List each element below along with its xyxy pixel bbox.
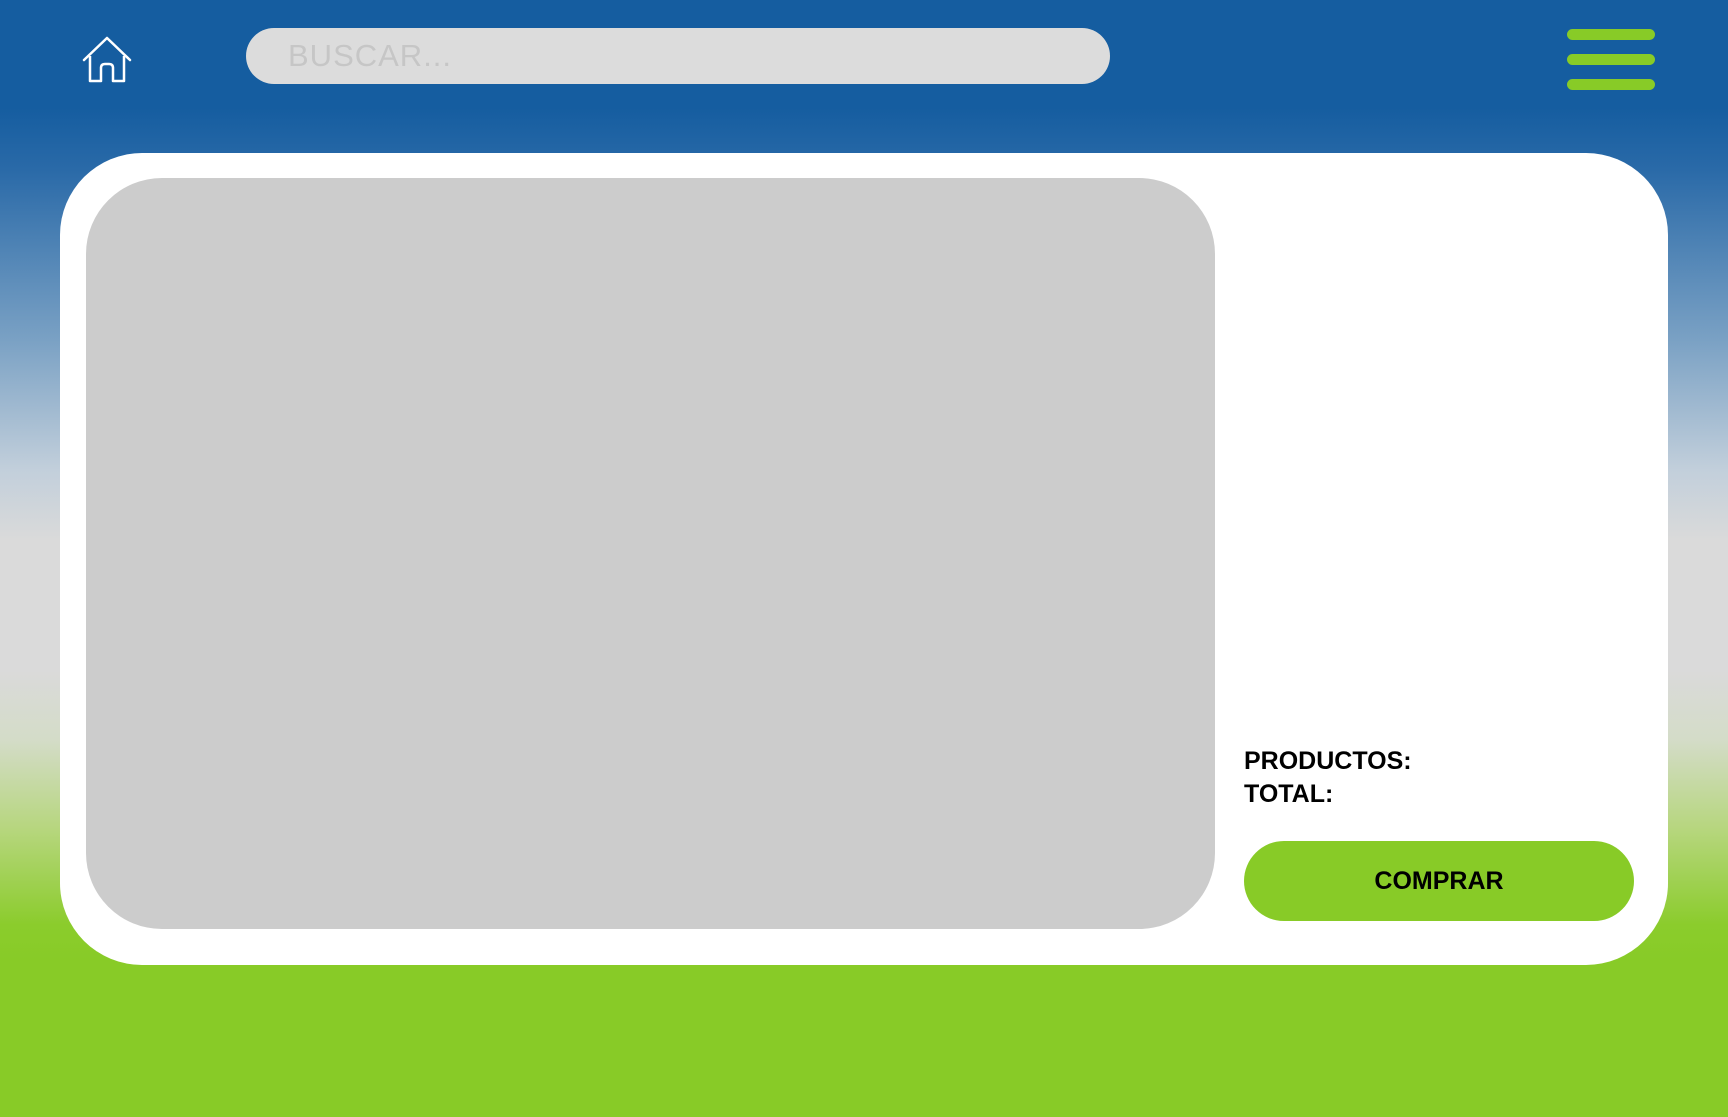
home-icon	[82, 36, 132, 83]
cart-summary: PRODUCTOS: TOTAL:	[1244, 745, 1412, 811]
menu-bar	[1567, 54, 1655, 65]
search-input[interactable]	[286, 27, 1086, 85]
menu-bar	[1567, 29, 1655, 40]
products-label: PRODUCTOS:	[1244, 747, 1412, 775]
product-image-placeholder	[86, 178, 1215, 929]
search-bar[interactable]	[246, 27, 1110, 85]
home-button[interactable]	[80, 33, 134, 87]
buy-button[interactable]: COMPRAR	[1244, 841, 1634, 921]
menu-bar	[1567, 79, 1655, 90]
total-label: TOTAL:	[1244, 780, 1334, 808]
hamburger-menu-icon[interactable]	[1565, 26, 1657, 94]
main-card: PRODUCTOS: TOTAL: COMPRAR	[60, 153, 1668, 965]
